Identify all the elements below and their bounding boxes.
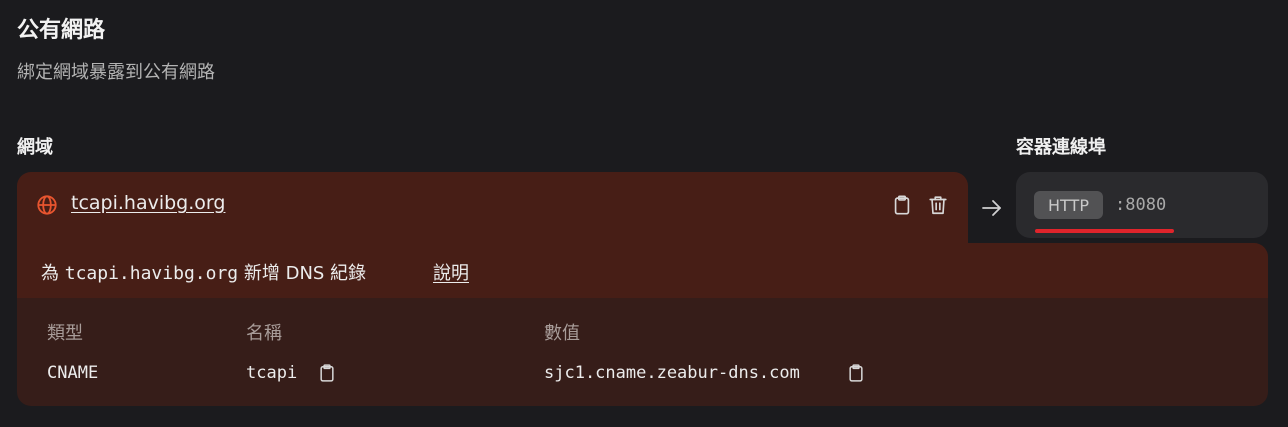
section-subtitle: 綁定網域暴露到公有網路 [17, 62, 215, 83]
trash-icon[interactable] [927, 194, 949, 216]
clipboard-icon[interactable] [891, 194, 913, 216]
column-header-name: 名稱 [246, 323, 282, 344]
column-header-type: 類型 [47, 323, 83, 344]
port-error-underline [1035, 229, 1174, 233]
column-header-value: 數值 [544, 323, 580, 344]
domain-link[interactable]: tcapi.havibg.org [71, 192, 225, 214]
section-title: 公有網路 [17, 18, 106, 43]
record-name: tcapi [246, 363, 298, 383]
public-network-section: 公有網路 綁定網域暴露到公有網路 網域 容器連線埠 tcapi.havibg.o… [0, 0, 1288, 427]
copy-name-icon[interactable] [317, 363, 337, 383]
dns-instruction: 為 tcapi.havibg.org 新增 DNS 紀錄 [41, 259, 366, 285]
globe-icon [37, 195, 57, 215]
port-value: :8080 [1115, 195, 1167, 215]
record-type: CNAME [47, 363, 99, 383]
dns-record-panel: 為 tcapi.havibg.org 新增 DNS 紀錄 說明 類型 名稱 數值… [17, 243, 1268, 406]
dns-hostname: tcapi.havibg.org [64, 263, 239, 284]
copy-value-icon[interactable] [846, 363, 866, 383]
dns-instruction-bar: 為 tcapi.havibg.org 新增 DNS 紀錄 說明 [17, 243, 1268, 298]
container-port-label: 容器連線埠 [1016, 137, 1106, 158]
help-link[interactable]: 說明 [433, 259, 469, 285]
arrow-right-icon [982, 200, 1001, 216]
dns-prefix: 為 [41, 263, 59, 284]
record-value: sjc1.cname.zeabur-dns.com [544, 363, 800, 383]
domain-label: 網域 [17, 137, 53, 158]
dns-suffix: 新增 DNS 紀錄 [243, 263, 367, 284]
domain-card: tcapi.havibg.org [17, 172, 968, 247]
protocol-badge: HTTP [1034, 191, 1103, 219]
